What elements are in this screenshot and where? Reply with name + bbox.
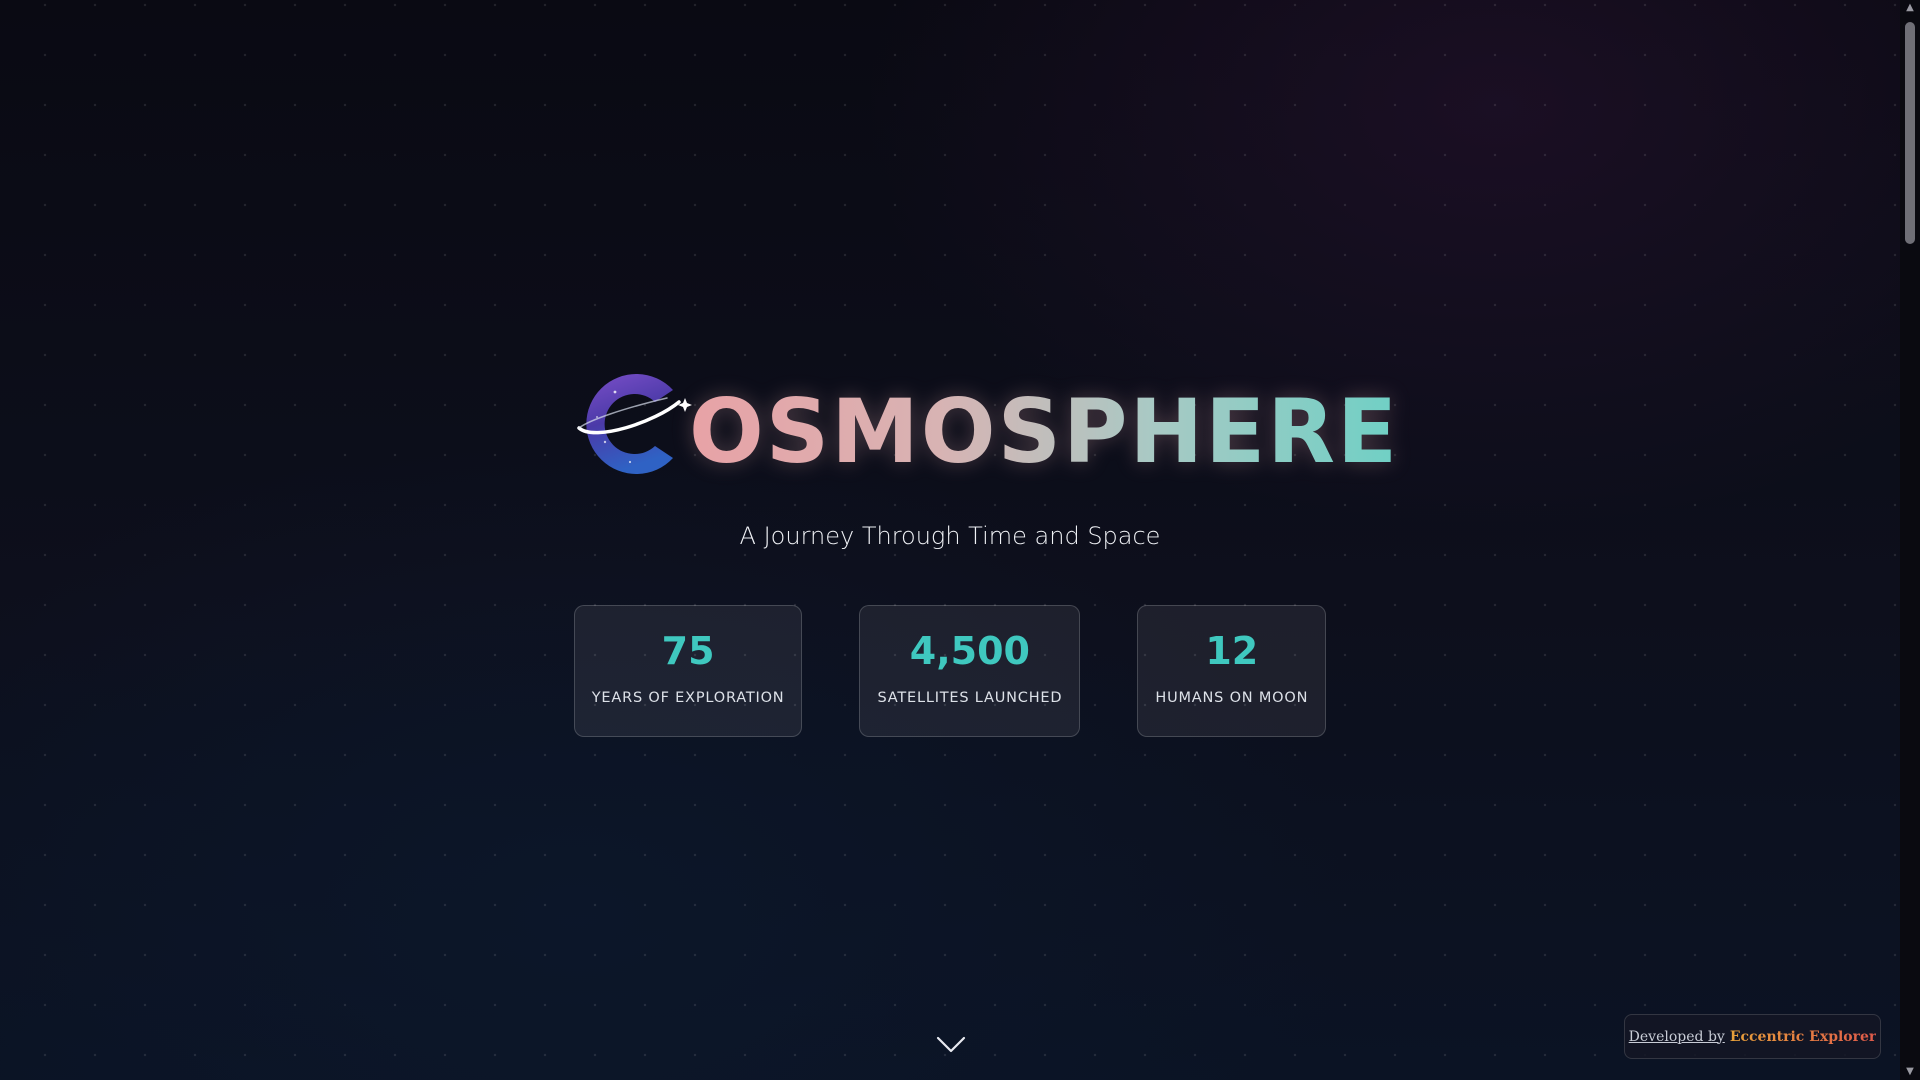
stat-value: 12 — [1205, 629, 1259, 673]
site-title: OSMOSPHERE — [689, 380, 1400, 483]
scrollbar-thumb[interactable] — [1905, 22, 1915, 244]
stats-row: 75 YEARS OF EXPLORATION 4,500 SATELLITES… — [0, 605, 1900, 737]
stat-label: YEARS OF EXPLORATION — [591, 689, 785, 706]
stat-label: SATELLITES LAUNCHED — [877, 689, 1063, 706]
planet-ring-c-icon — [577, 374, 692, 474]
chevron-down-icon[interactable] — [935, 1034, 967, 1056]
scroll-down-arrow-icon[interactable]: ▼ — [1904, 1066, 1916, 1078]
developer-credit-link[interactable]: Developed by Eccentric Explorer — [1624, 1014, 1881, 1059]
vertical-scrollbar[interactable]: ▲ ▼ — [1900, 0, 1920, 1080]
stat-card-years: 75 YEARS OF EXPLORATION — [573, 605, 803, 737]
stat-card-humans: 12 HUMANS ON MOON — [1137, 605, 1327, 737]
credit-prefix: Developed by — [1628, 1028, 1725, 1045]
tagline: A Journey Through Time and Space — [739, 522, 1161, 550]
stat-value: 4,500 — [909, 629, 1030, 673]
site-logo: OSMOSPHERE — [575, 350, 1399, 480]
stat-value: 75 — [661, 629, 715, 673]
stat-card-satellites: 4,500 SATELLITES LAUNCHED — [859, 605, 1081, 737]
hero-section: OSMOSPHERE A Journey Through Time and Sp… — [0, 0, 1900, 1080]
scroll-up-arrow-icon[interactable]: ▲ — [1904, 2, 1916, 14]
credit-author-name: Eccentric Explorer — [1729, 1028, 1877, 1045]
stat-label: HUMANS ON MOON — [1155, 689, 1309, 706]
